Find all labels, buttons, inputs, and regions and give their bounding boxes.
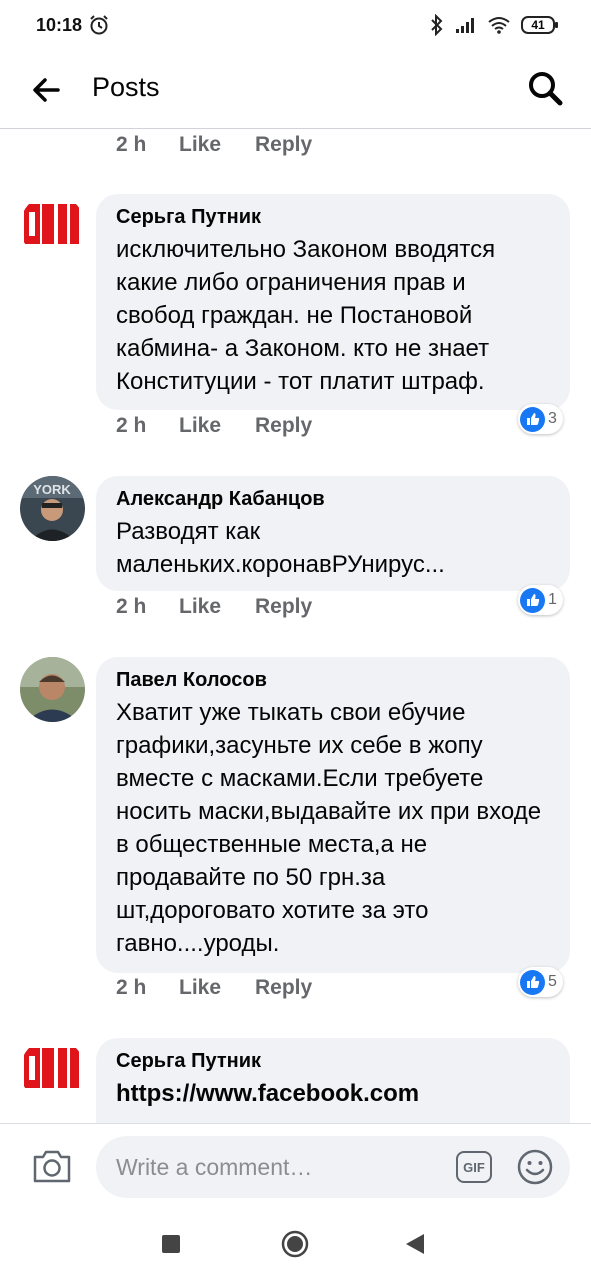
comments-list: 2 h Like Reply Серьга Путник исключитель… xyxy=(0,129,591,1123)
reaction-count: 5 xyxy=(548,973,557,990)
comment-time: 2 h xyxy=(116,133,147,156)
avatar-photo: YORK xyxy=(20,476,85,541)
bluetooth-icon xyxy=(431,14,443,36)
comment-bubble[interactable]: Серьга Путник исключительно Законом ввод… xyxy=(96,194,570,410)
comment-composer: Write a comment… GIF xyxy=(0,1123,591,1210)
thumbs-up-icon xyxy=(520,406,545,432)
comment-meta-row: 2 h Like Reply xyxy=(116,133,312,157)
comment-text: Разводят как маленьких.коронавРУнирус... xyxy=(116,518,445,578)
comment-meta-row: 2 h Like Reply xyxy=(116,976,312,1000)
status-time: 10:18 xyxy=(36,15,83,35)
avatar[interactable] xyxy=(20,657,85,722)
emoji-icon[interactable] xyxy=(516,1148,554,1186)
recents-button[interactable] xyxy=(162,1235,180,1253)
camera-icon[interactable] xyxy=(32,1148,72,1184)
status-bar: 10:18 41 xyxy=(0,0,591,52)
comment-input-placeholder: Write a comment… xyxy=(116,1154,313,1180)
avatar-logo-image xyxy=(20,1038,85,1103)
comment-author[interactable]: Павел Колосов xyxy=(116,669,550,692)
comment-bubble[interactable]: Павел Колосов Хватит уже тыкать свои ебу… xyxy=(96,657,570,973)
comment-bubble[interactable]: Серьга Путник https://www.facebook.com xyxy=(96,1038,570,1123)
comment-meta-row: 2 h Like Reply xyxy=(116,595,312,619)
battery-level: 41 xyxy=(531,18,545,32)
gif-button[interactable]: GIF xyxy=(456,1151,492,1183)
like-button[interactable]: Like xyxy=(179,414,255,438)
like-button[interactable]: Like xyxy=(179,976,255,1000)
comment-input[interactable]: Write a comment… GIF xyxy=(96,1136,570,1198)
wifi-icon xyxy=(488,17,510,34)
home-button[interactable] xyxy=(281,1230,309,1258)
comment-author[interactable]: Александр Кабанцов xyxy=(116,488,550,511)
comment-text: Хватит уже тыкать свои ебучие графики,за… xyxy=(116,699,542,957)
comment-link[interactable]: https://www.facebook.com xyxy=(116,1077,550,1110)
avatar[interactable] xyxy=(20,194,85,259)
thumbs-up-icon xyxy=(520,969,545,995)
reaction-summary[interactable]: 3 xyxy=(518,404,563,434)
page-title: Posts xyxy=(92,72,160,102)
reply-button[interactable]: Reply xyxy=(255,414,312,438)
comment-meta-row: 2 h Like Reply xyxy=(116,414,312,438)
comment-author[interactable]: Серьга Путник xyxy=(116,1050,550,1073)
like-button[interactable]: Like xyxy=(179,595,255,619)
search-icon[interactable] xyxy=(525,68,565,108)
back-button[interactable] xyxy=(404,1232,426,1256)
reaction-summary[interactable]: 1 xyxy=(518,585,563,615)
system-nav-bar xyxy=(0,1209,591,1280)
reaction-summary[interactable]: 5 xyxy=(518,967,563,997)
alarm-icon xyxy=(90,15,108,35)
reply-button[interactable]: Reply xyxy=(255,976,312,1000)
comment-author[interactable]: Серьга Путник xyxy=(116,206,550,229)
thumbs-up-icon xyxy=(520,587,545,613)
reply-button[interactable]: Reply xyxy=(255,133,312,157)
arrow-left-icon[interactable] xyxy=(28,72,64,108)
reply-button[interactable]: Reply xyxy=(255,595,312,619)
comment-time: 2 h xyxy=(116,976,147,999)
signal-icon xyxy=(456,18,474,33)
comment-bubble[interactable]: Александр Кабанцов Разводят как маленьки… xyxy=(96,476,570,591)
avatar-photo xyxy=(20,657,85,722)
top-app-bar: Posts xyxy=(0,52,591,129)
like-button[interactable]: Like xyxy=(179,133,255,157)
avatar[interactable]: YORK xyxy=(20,476,85,541)
comment-time: 2 h xyxy=(116,414,147,437)
reaction-count: 3 xyxy=(548,410,557,427)
reaction-count: 1 xyxy=(548,591,557,608)
comment-text: исключительно Законом вводятся какие либ… xyxy=(116,236,496,395)
comment-time: 2 h xyxy=(116,595,147,618)
battery-icon: 41 xyxy=(521,16,558,34)
svg-text:YORK: YORK xyxy=(33,482,71,497)
avatar[interactable] xyxy=(20,1038,85,1103)
avatar-logo-image xyxy=(20,194,85,259)
